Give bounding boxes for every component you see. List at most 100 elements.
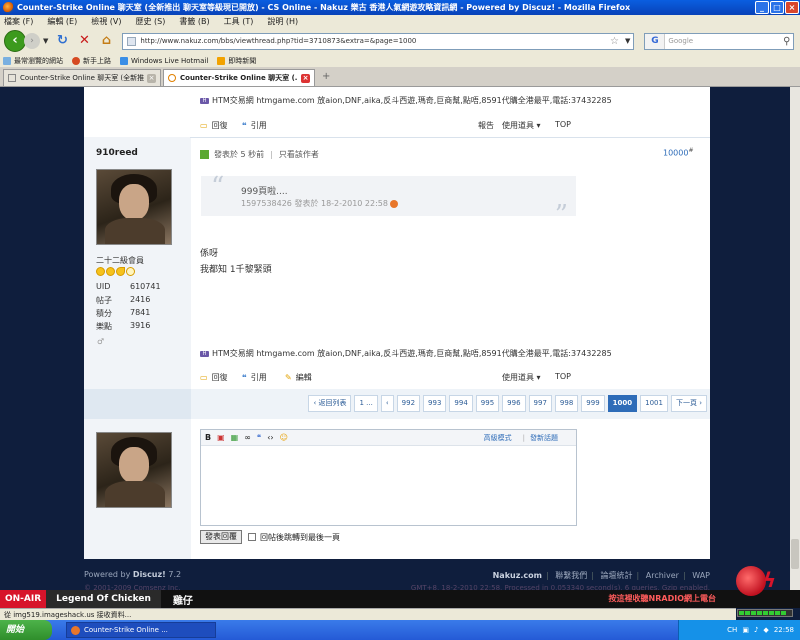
tray-volume-icon[interactable]: ♪ — [754, 626, 758, 634]
song-title: Legend Of Chicken — [46, 590, 161, 608]
minimize-button[interactable]: _ — [755, 1, 769, 14]
google-engine-icon[interactable]: G — [645, 33, 666, 49]
page-995[interactable]: 995 — [475, 395, 500, 412]
menu-file[interactable]: 檔案 (F) — [4, 16, 33, 27]
menu-history[interactable]: 歷史 (S) — [136, 16, 166, 27]
top-link[interactable]: TOP — [555, 372, 571, 381]
tray-network-icon[interactable]: ▣ — [742, 626, 749, 634]
page-992[interactable]: 992 — [396, 395, 421, 412]
edit-link[interactable]: ✎ 編輯 — [285, 372, 312, 383]
contact-link[interactable]: 聯繫我們 — [555, 571, 587, 580]
reply-link[interactable]: ▭ 回復 — [200, 372, 228, 383]
author-name[interactable]: 910reed — [96, 148, 138, 158]
quote-link[interactable]: ❝ 引用 — [242, 372, 267, 383]
author-avatar[interactable] — [96, 169, 172, 245]
only-author-link[interactable]: 只看該作者 — [279, 149, 319, 160]
taskbar-firefox-window[interactable]: Counter-Strike Online ... — [66, 622, 216, 638]
powered-by: Powered by Discuz! 7.2 — [84, 570, 182, 579]
menu-edit[interactable]: 編輯 (E) — [47, 16, 77, 27]
forward-button[interactable]: › — [24, 33, 40, 49]
stop-icon[interactable]: ✕ — [76, 33, 92, 49]
new-topic-link[interactable]: 發新話題 — [530, 434, 558, 442]
post-body-line-2: 我都知 1千黎緊頭 — [200, 265, 272, 275]
goto-post-icon[interactable] — [389, 199, 398, 208]
maximize-button[interactable]: □ — [770, 1, 784, 14]
quote-link[interactable]: ❝ 引用 — [242, 120, 267, 131]
wap-link[interactable]: WAP — [692, 571, 710, 580]
page-993[interactable]: 993 — [423, 395, 447, 412]
url-dropdown-icon[interactable]: ▼ — [625, 37, 630, 45]
reply-link[interactable]: ▭ 回復 — [200, 120, 228, 131]
page-first[interactable]: 1 ... — [354, 395, 378, 412]
bold-icon[interactable]: B — [205, 433, 211, 442]
quick-reply-editor[interactable]: B ▣ ▦ ∞ ❝ ‹› ☺ 高級模式 | 發新話題 — [200, 429, 577, 526]
jump-last-page-checkbox[interactable] — [248, 533, 256, 541]
url-bar[interactable]: http://www.nakuz.com/bbs/viewthread.php?… — [122, 32, 635, 50]
bookmark-most-visited[interactable]: 最常瀏覽的網站 — [3, 56, 63, 66]
quote-format-icon[interactable]: ❝ — [257, 433, 261, 442]
start-button[interactable]: 開始 — [0, 620, 52, 640]
quote-icon: ❝ — [242, 373, 247, 382]
tray-shield-icon[interactable]: ◆ — [763, 626, 768, 634]
bookmark-news[interactable]: 即時新聞 — [217, 56, 256, 66]
my-avatar — [96, 432, 172, 508]
close-window-button[interactable]: × — [785, 1, 799, 14]
back-button[interactable]: ‹ — [4, 30, 26, 52]
post-number[interactable]: 10000# — [663, 147, 693, 158]
report-link[interactable]: 報告 — [478, 120, 494, 131]
menu-help[interactable]: 說明 (H) — [267, 16, 298, 27]
bookmark-star-icon[interactable]: ☆ — [610, 36, 619, 47]
page-prev[interactable]: ‹ — [380, 395, 394, 412]
reload-icon[interactable]: ↻ — [54, 33, 70, 49]
site-favicon — [127, 36, 137, 46]
history-dropdown-icon[interactable]: ▼ — [43, 37, 48, 45]
quote-icon: ❝ — [242, 121, 247, 130]
tab-1[interactable]: Counter-Strike Online 聊天室 (全新推... × — [3, 69, 161, 86]
quote-meta: 1597538426 發表於 18-2-2010 22:58 — [241, 198, 398, 209]
search-box[interactable]: G Google ⚲ — [644, 32, 795, 50]
radio-promo-link[interactable]: 按這裡收聽NRADIO網上電台 — [609, 593, 716, 604]
tools-link[interactable]: 使用道具 ▾ — [502, 372, 541, 383]
volume-meter[interactable] — [737, 609, 793, 617]
tab-2-active[interactable]: Counter-Strike Online 聊天室 (... × — [163, 69, 315, 86]
clock[interactable]: 22:58 — [774, 626, 794, 634]
smiley-icon[interactable]: ☺ — [280, 433, 288, 442]
magnifier-icon[interactable]: ⚲ — [783, 36, 790, 47]
next-page-button[interactable]: 下一頁 › — [670, 395, 707, 412]
page-996[interactable]: 996 — [502, 395, 526, 412]
page-999[interactable]: 999 — [581, 395, 605, 412]
image-icon[interactable]: ▦ — [231, 433, 239, 442]
advanced-mode-link[interactable]: 高級模式 — [484, 434, 512, 442]
page-998[interactable]: 998 — [554, 395, 579, 412]
code-icon[interactable]: ‹› — [267, 433, 273, 442]
menu-bookmarks[interactable]: 書籤 (B) — [179, 16, 209, 27]
tools-link[interactable]: 使用道具 ▾ — [502, 120, 541, 131]
system-tray: CH ▣ ♪ ◆ 22:58 — [678, 620, 800, 640]
open-quote-icon: “ — [211, 172, 225, 202]
archiver-link[interactable]: Archiver — [646, 571, 679, 580]
page-1001[interactable]: 1001 — [640, 395, 668, 412]
new-tab-button[interactable]: + — [317, 71, 335, 86]
language-indicator[interactable]: CH — [727, 626, 737, 634]
author-rank: 二十二級會員 — [96, 256, 144, 265]
page-997[interactable]: 997 — [528, 395, 552, 412]
gender-icon: ♂ — [97, 337, 105, 346]
submit-reply-button[interactable]: 發表回覆 — [200, 530, 242, 544]
radio-logo-icon[interactable] — [736, 566, 766, 596]
page-994[interactable]: 994 — [449, 395, 473, 412]
scrollbar-thumb[interactable] — [791, 539, 799, 569]
close-tab-icon[interactable]: × — [301, 73, 310, 83]
home-icon[interactable]: ⌂ — [98, 33, 114, 49]
menu-tools[interactable]: 工具 (T) — [224, 16, 254, 27]
close-tab-icon[interactable]: × — [147, 73, 156, 83]
stats-link[interactable]: 論壇統計 — [600, 571, 632, 580]
site-name[interactable]: Nakuz.com — [493, 571, 542, 580]
bookmark-getting-started[interactable]: 新手上路 — [72, 56, 111, 66]
top-link[interactable]: TOP — [555, 120, 571, 129]
font-color-icon[interactable]: ▣ — [217, 433, 225, 442]
link-icon[interactable]: ∞ — [244, 433, 251, 442]
bookmark-hotmail[interactable]: Windows Live Hotmail — [120, 56, 208, 65]
back-to-list-button[interactable]: ‹ 返回列表 — [308, 395, 352, 412]
menu-view[interactable]: 檢視 (V) — [91, 16, 121, 27]
page-scrollbar[interactable] — [790, 87, 800, 592]
